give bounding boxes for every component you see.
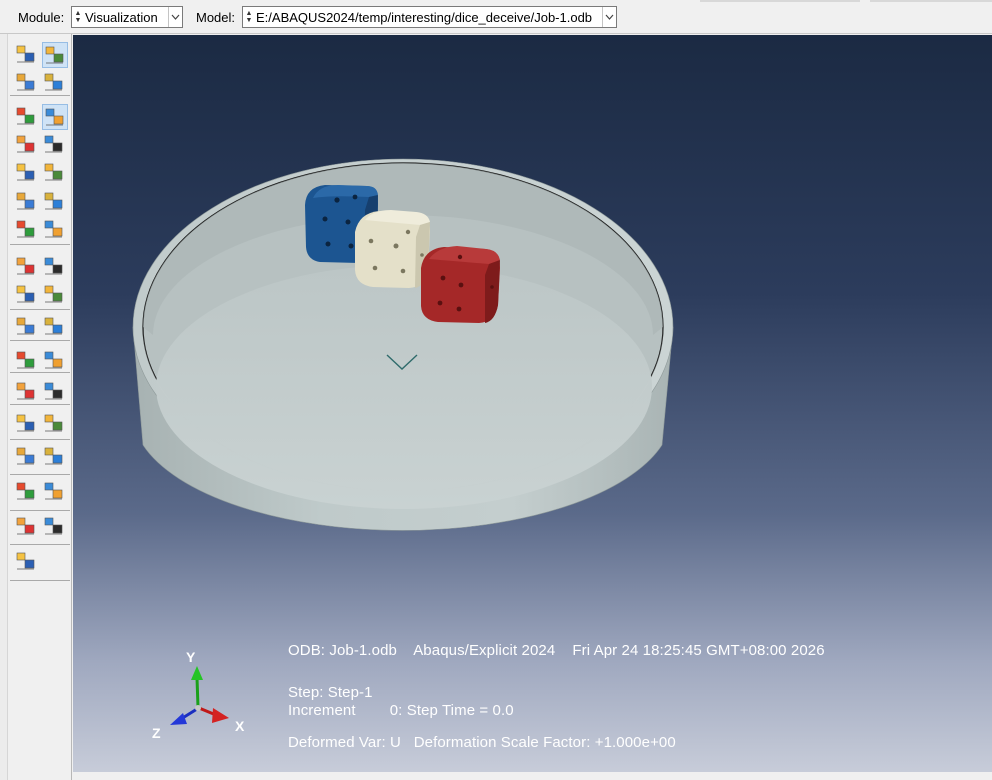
- module-toolbox: [0, 34, 72, 780]
- bowl-floor: [156, 265, 652, 509]
- module-combo[interactable]: ▲ ▼ Visualization: [71, 6, 183, 28]
- axis-x-label: X: [235, 718, 245, 734]
- toolbox-separator: [10, 580, 70, 581]
- create-free-body-icon[interactable]: [14, 379, 40, 405]
- step-info-line: Step: Step-1: [288, 684, 373, 701]
- toolbox-separator: [10, 510, 70, 511]
- die-white: [355, 210, 430, 288]
- model-label: Model:: [196, 10, 236, 25]
- common-options-icon[interactable]: [14, 70, 40, 96]
- orientation-options-icon[interactable]: [42, 160, 68, 186]
- bottom-edge: [73, 772, 992, 780]
- plot-deformed-icon[interactable]: [42, 42, 68, 68]
- toolbox-separator: [10, 244, 70, 245]
- data-manager-icon[interactable]: [42, 514, 68, 540]
- increment-info-line: Increment 0: Step Time = 0.0: [288, 702, 514, 719]
- plot-symbols-icon[interactable]: [14, 132, 40, 158]
- axis-y-label: Y: [186, 649, 196, 665]
- view-cut-icon[interactable]: [14, 411, 40, 437]
- create-xy-data-icon[interactable]: [14, 314, 40, 340]
- plot-undeformed-icon[interactable]: [14, 42, 40, 68]
- allow-multiple-plot-states-icon[interactable]: [14, 189, 40, 215]
- stream-manager-icon[interactable]: [42, 444, 68, 470]
- module-value: Visualization: [85, 10, 158, 25]
- module-spinner-icon[interactable]: ▲ ▼: [73, 8, 83, 26]
- xy-plot-icon[interactable]: [42, 348, 68, 374]
- active-steps-icon[interactable]: [14, 479, 40, 505]
- report-field-output-icon[interactable]: [42, 479, 68, 505]
- model-value: E:/ABAQUS2024/temp/interesting/dice_dece…: [256, 10, 593, 25]
- superimpose-options-icon[interactable]: [42, 70, 68, 96]
- toolbox-separator: [10, 544, 70, 545]
- query-tool-icon[interactable]: [14, 549, 40, 575]
- odb-info-line: ODB: Job-1.odb Abaqus/Explicit 2024 Fri …: [288, 642, 825, 659]
- axis-z-label: Z: [152, 725, 161, 741]
- animate-harmonic-icon[interactable]: [14, 254, 40, 280]
- viewport[interactable]: Y X Z ODB: Job-1.odb Abaqus/Explicit 202…: [73, 35, 992, 772]
- plot-states-options-icon[interactable]: [42, 189, 68, 215]
- context-bar: Module: ▲ ▼ Visualization Model: ▲ ▼ E:/AB…: [0, 0, 992, 34]
- die-red: [421, 246, 500, 323]
- toolbox-separator: [10, 439, 70, 440]
- copy-data-icon[interactable]: [14, 514, 40, 540]
- deformed-var-line: Deformed Var: U Deformation Scale Factor…: [288, 734, 676, 751]
- view-cut-manager-icon[interactable]: [42, 411, 68, 437]
- xy-data-manager-icon[interactable]: [42, 314, 68, 340]
- toolbox-separator: [10, 309, 70, 310]
- create-path-icon[interactable]: [14, 348, 40, 374]
- model-combo[interactable]: ▲ ▼ E:/ABAQUS2024/temp/interesting/dice_d…: [242, 6, 617, 28]
- free-body-manager-icon[interactable]: [42, 379, 68, 405]
- plot-material-orientations-icon[interactable]: [14, 160, 40, 186]
- toolbox-separator: [10, 474, 70, 475]
- animate-scale-factor-icon[interactable]: [42, 217, 68, 243]
- display-group-manager-icon[interactable]: [42, 282, 68, 308]
- plot-contours-icon[interactable]: [14, 104, 40, 130]
- chevron-down-icon[interactable]: [602, 7, 616, 27]
- stream-icon[interactable]: [14, 444, 40, 470]
- model-spinner-icon[interactable]: ▲ ▼: [244, 8, 254, 26]
- chevron-down-icon[interactable]: [168, 7, 182, 27]
- model-canvas[interactable]: [73, 35, 992, 772]
- animation-options-icon[interactable]: [42, 254, 68, 280]
- toolbar-edge: [870, 0, 992, 2]
- create-display-group-icon[interactable]: [14, 282, 40, 308]
- animate-time-history-icon[interactable]: [14, 217, 40, 243]
- module-label: Module:: [18, 10, 65, 25]
- toolbox-gutter: [0, 34, 8, 780]
- toolbar-edge: [700, 0, 860, 2]
- symbol-options-icon[interactable]: [42, 132, 68, 158]
- toolbox-separator: [10, 340, 70, 341]
- contour-options-icon[interactable]: [42, 104, 68, 130]
- coordinate-triad: [170, 666, 229, 725]
